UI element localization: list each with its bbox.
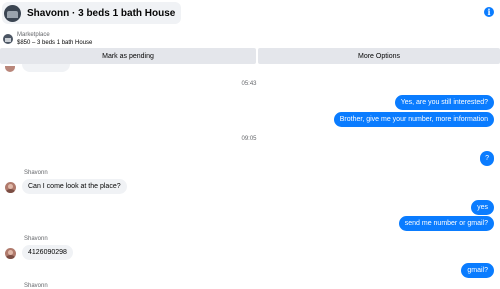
- timestamp: 09:05: [241, 136, 257, 142]
- incoming-message-bubble[interactable]: Can I come look at the place?: [22, 179, 127, 194]
- avatar: [5, 66, 15, 72]
- outgoing-message-bubble[interactable]: Yes, are you still interested?: [394, 95, 494, 110]
- listing-thumbnail: [3, 34, 13, 44]
- info-icon[interactable]: i: [484, 7, 494, 17]
- more-options-button[interactable]: More Options: [258, 48, 500, 64]
- sender-name: Shavonn: [24, 236, 48, 242]
- marketplace-label: Marketplace: [17, 32, 50, 38]
- outgoing-message-bubble[interactable]: ?: [480, 151, 494, 166]
- outgoing-message-bubble[interactable]: yes: [471, 200, 494, 215]
- outgoing-message-bubble[interactable]: send me number or gmail?: [398, 216, 494, 231]
- conversation-title: Shavonn · 3 beds 1 bath House: [27, 7, 176, 19]
- incoming-message-bubble[interactable]: 4126090298: [22, 245, 73, 260]
- sender-name: Shavonn: [24, 283, 48, 289]
- listing-price-title: $850 – 3 beds 1 bath House: [17, 40, 93, 46]
- outgoing-message-bubble[interactable]: gmail?: [461, 263, 494, 278]
- listing-actions: Mark as pending More Options: [0, 48, 500, 64]
- avatar[interactable]: [5, 248, 16, 259]
- marketplace-listing[interactable]: Marketplace $850 – 3 beds 1 bath House: [3, 31, 92, 47]
- listing-avatar: [4, 4, 21, 22]
- sender-name: Shavonn: [24, 170, 48, 176]
- chat-header: Shavonn · 3 beds 1 bath House i: [0, 0, 500, 27]
- incoming-message-bubble[interactable]: [22, 64, 70, 72]
- avatar[interactable]: [5, 182, 16, 193]
- conversation-title-button[interactable]: Shavonn · 3 beds 1 bath House: [2, 2, 182, 24]
- timestamp: 05:43: [241, 81, 257, 87]
- mark-as-pending-button[interactable]: Mark as pending: [0, 48, 256, 64]
- outgoing-message-bubble[interactable]: Brother, give me your number, more infor…: [333, 112, 494, 127]
